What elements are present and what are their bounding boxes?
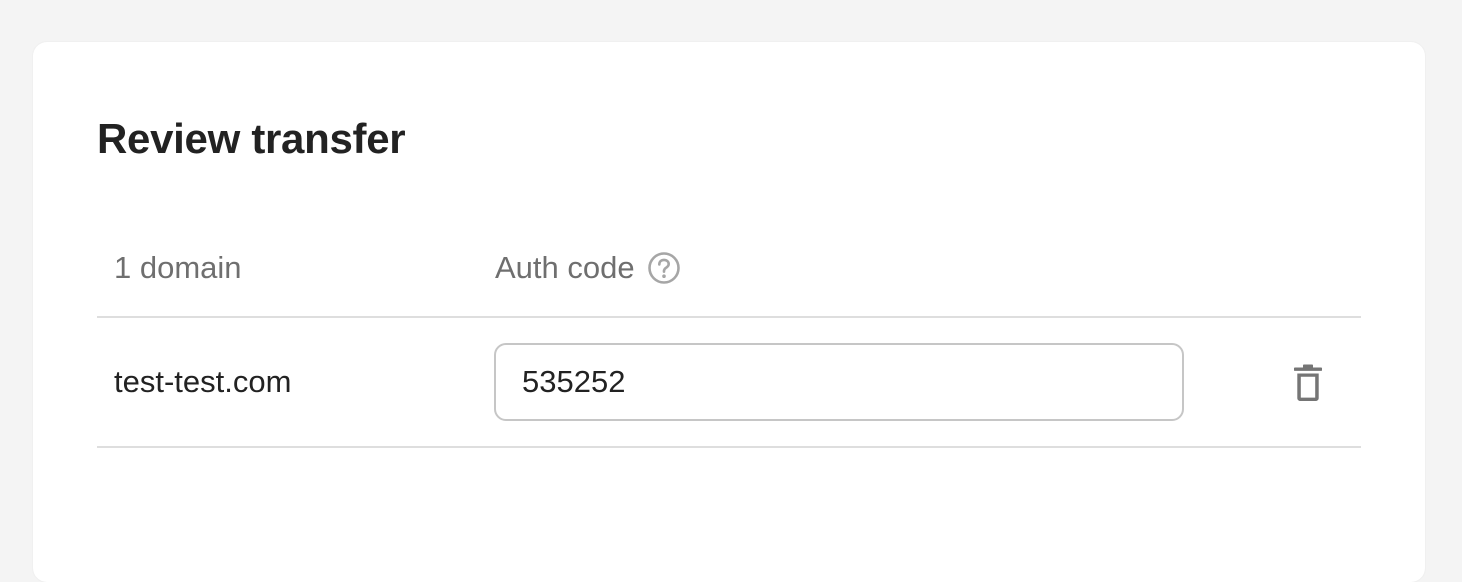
auth-code-header: Auth code (495, 248, 681, 288)
trash-icon (1293, 364, 1323, 402)
review-transfer-card: Review transfer 1 domain Auth code test-… (33, 42, 1425, 582)
delete-domain-button[interactable] (1285, 360, 1331, 406)
page-title: Review transfer (97, 115, 406, 162)
domain-count-header: 1 domain (114, 250, 242, 285)
question-circle-icon[interactable] (647, 251, 681, 285)
table-row: test-test.com (97, 318, 1361, 448)
auth-code-input[interactable] (494, 343, 1184, 421)
auth-code-header-label: Auth code (495, 250, 635, 285)
table-header: 1 domain Auth code (97, 240, 1361, 318)
transfer-table: 1 domain Auth code test-test.com (97, 240, 1361, 448)
domain-name: test-test.com (114, 364, 292, 399)
